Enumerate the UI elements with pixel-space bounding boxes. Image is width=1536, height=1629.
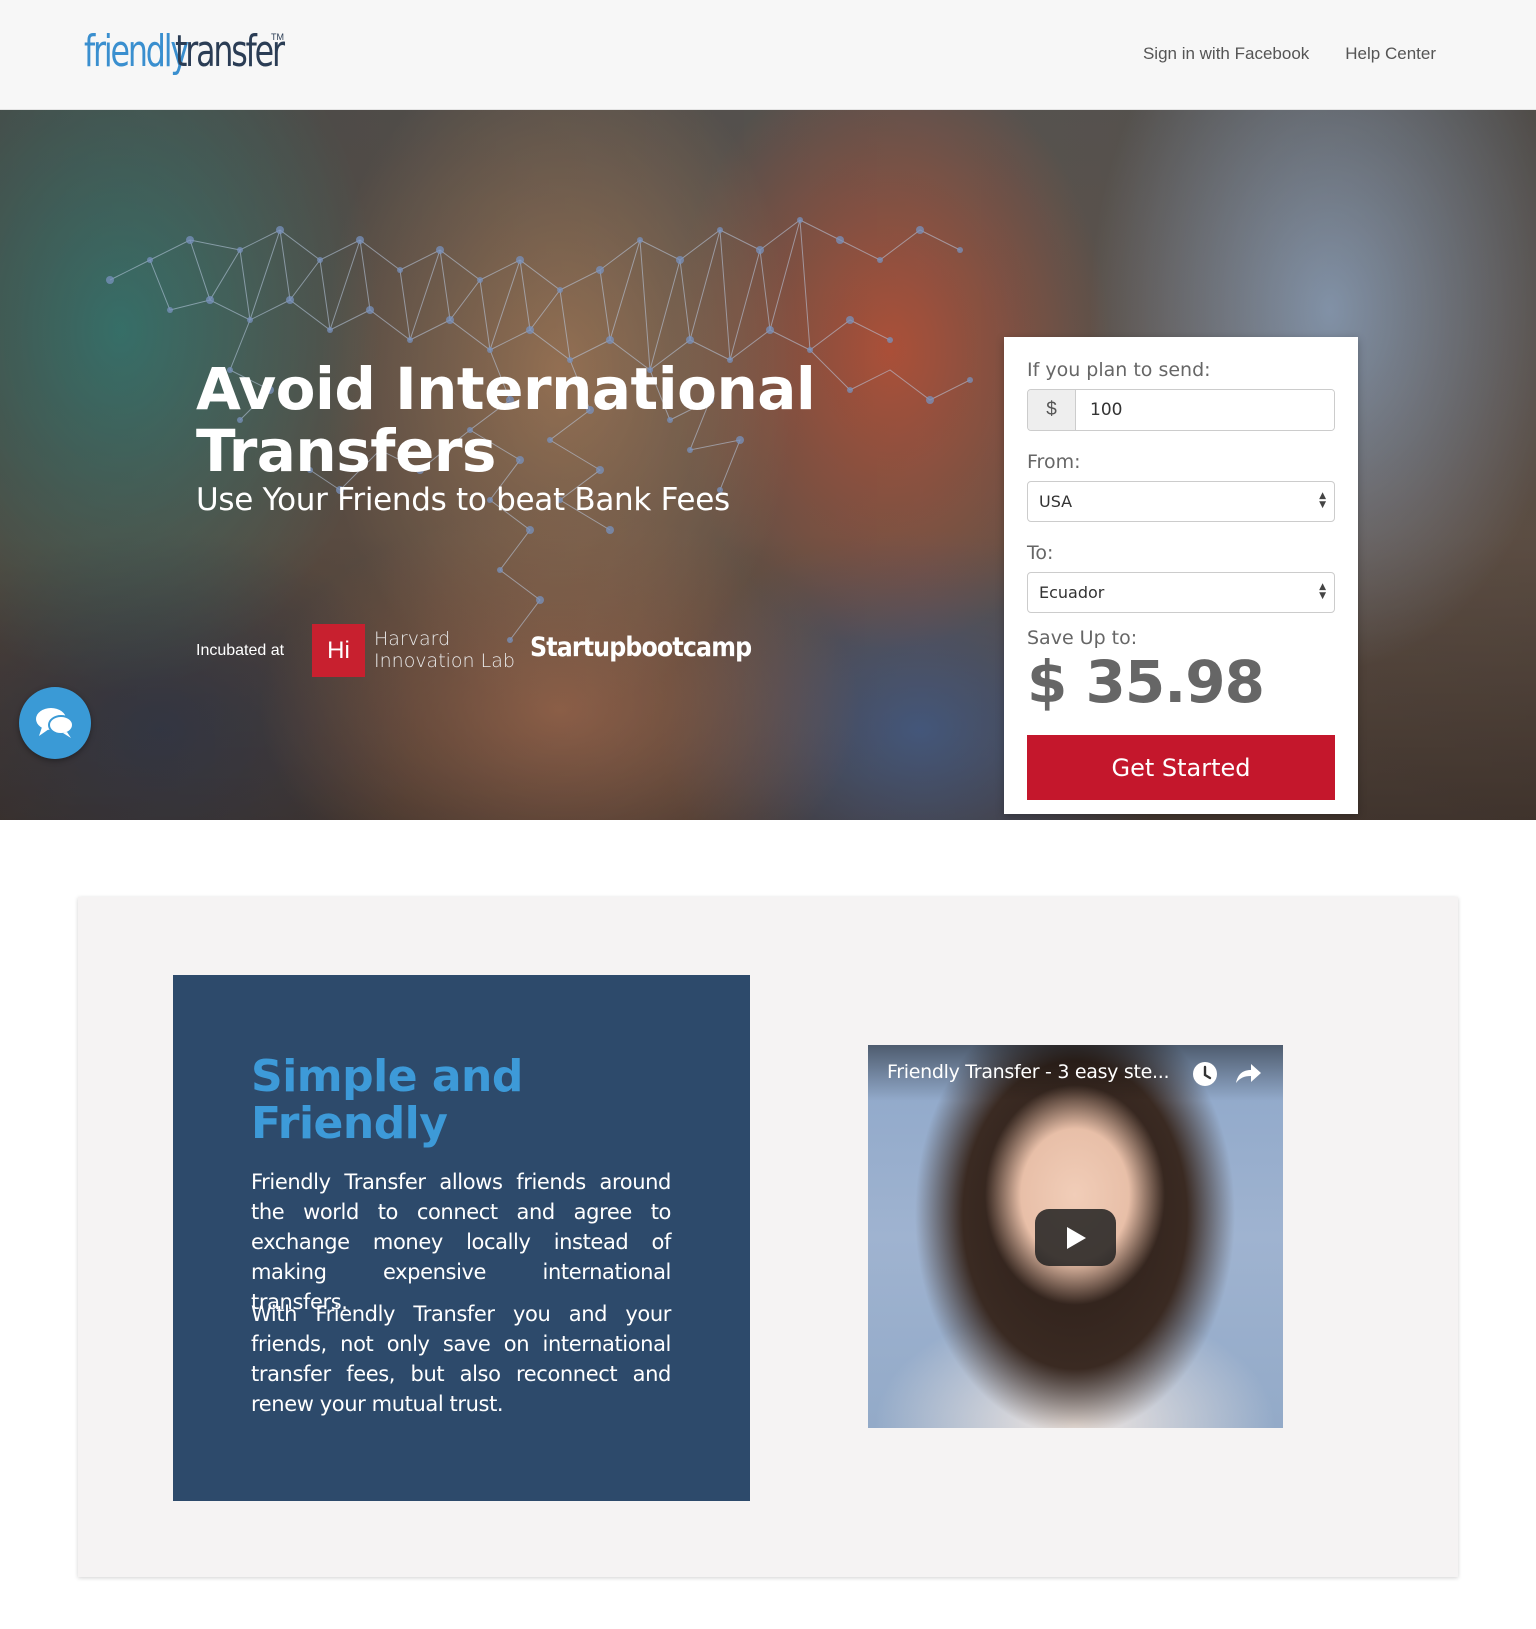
send-amount-label: If you plan to send: xyxy=(1027,359,1211,381)
from-label: From: xyxy=(1027,451,1081,473)
hero-section: Avoid International Transfers Use Your F… xyxy=(0,110,1536,820)
play-button[interactable] xyxy=(1035,1209,1116,1266)
chat-icon-glyph xyxy=(36,708,74,738)
site-header: friendly transfer TM Sign in with Facebo… xyxy=(0,0,1536,110)
incubated-label: Incubated at xyxy=(196,642,285,659)
currency-addon: $ xyxy=(1028,390,1076,430)
logo-transfer-text: transfer xyxy=(174,26,285,77)
savings-amount: $ 35.98 xyxy=(1027,648,1265,716)
startupbootcamp-logo: Startupbootcamp xyxy=(530,632,752,663)
about-paragraph-2: With Friendly Transfer you and your frie… xyxy=(251,1302,671,1416)
clock-icon[interactable] xyxy=(1192,1061,1218,1087)
from-country-value: USA xyxy=(1039,492,1073,511)
logo-friendly-text: friendly xyxy=(84,26,189,77)
amount-input-group: $ xyxy=(1027,389,1335,431)
friendly-transfer-logo[interactable]: friendly transfer TM xyxy=(84,26,325,86)
savings-calculator: If you plan to send: $ From: USA ▲▼ To: … xyxy=(1004,337,1358,814)
hero-subtitle: Use Your Friends to beat Bank Fees xyxy=(196,482,730,518)
to-country-value: Ecuador xyxy=(1039,583,1105,602)
send-amount-input[interactable] xyxy=(1076,390,1334,430)
save-up-to-label: Save Up to: xyxy=(1027,627,1138,649)
simple-friendly-title: Simple and Friendly xyxy=(251,1053,523,1147)
harvard-hi-text: Hi xyxy=(327,636,350,664)
video-title[interactable]: Friendly Transfer - 3 easy ste... xyxy=(887,1061,1170,1083)
harvard-line-1: Harvard xyxy=(374,628,451,650)
about-section: Simple and Friendly Friendly Transfer al… xyxy=(78,897,1458,1577)
get-started-button[interactable]: Get Started xyxy=(1027,735,1335,800)
harvard-innovation-lab-logo: Harvard Innovation Lab xyxy=(374,628,515,672)
title-line-1: Simple and xyxy=(251,1051,523,1102)
select-arrows-icon: ▲ ▼ xyxy=(1319,491,1326,510)
logo-trademark: TM xyxy=(271,32,284,42)
to-label: To: xyxy=(1027,542,1054,564)
title-line-2: Friendly xyxy=(251,1098,448,1149)
hero-title: Avoid International Transfers xyxy=(196,355,816,485)
share-arrow-icon[interactable] xyxy=(1234,1061,1262,1087)
harvard-hi-logo: Hi xyxy=(312,624,365,677)
help-center-link[interactable]: Help Center xyxy=(1345,44,1436,64)
to-country-select[interactable]: Ecuador ▲ ▼ xyxy=(1027,572,1335,613)
chat-bubble-icon[interactable] xyxy=(19,687,91,759)
sign-in-facebook-link[interactable]: Sign in with Facebook xyxy=(1143,44,1309,64)
select-arrows-icon: ▲ ▼ xyxy=(1319,582,1326,601)
video-player[interactable]: Friendly Transfer - 3 easy ste... xyxy=(868,1045,1283,1428)
from-country-select[interactable]: USA ▲ ▼ xyxy=(1027,481,1335,522)
simple-friendly-card: Simple and Friendly Friendly Transfer al… xyxy=(173,975,750,1501)
harvard-line-2: Innovation Lab xyxy=(374,650,515,672)
top-nav: Sign in with Facebook Help Center xyxy=(1143,44,1436,64)
play-icon xyxy=(1066,1226,1086,1249)
about-paragraph-1: Friendly Transfer allows friends around … xyxy=(251,1170,671,1314)
